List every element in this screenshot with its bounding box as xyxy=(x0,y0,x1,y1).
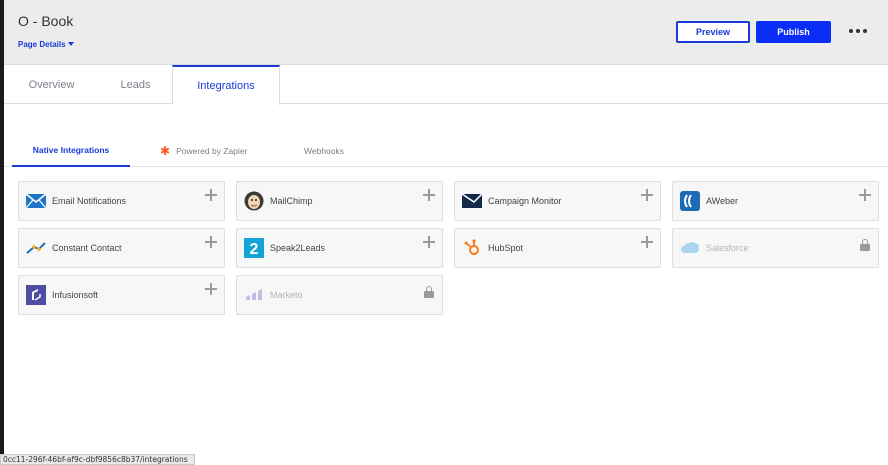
integration-card-campaign-monitor[interactable]: Campaign Monitor xyxy=(454,181,661,221)
add-icon[interactable] xyxy=(205,236,217,248)
integration-name: Infusionsoft xyxy=(52,290,99,300)
zapier-asterisk-icon: ✱ xyxy=(160,143,171,158)
add-icon[interactable] xyxy=(205,283,217,295)
caret-down-icon xyxy=(67,42,74,46)
publish-button[interactable]: Publish xyxy=(756,21,831,43)
integration-card-speak2leads[interactable]: 2 Speak2Leads xyxy=(236,228,443,268)
hubspot-icon xyxy=(462,238,482,258)
main-tabs: Overview Leads Integrations xyxy=(4,65,888,105)
integration-name: Campaign Monitor xyxy=(488,196,562,206)
integration-card-marketo: Marketo xyxy=(236,275,443,315)
page-details-label: Page Details xyxy=(18,40,66,49)
constant-contact-icon xyxy=(26,238,46,258)
add-icon[interactable] xyxy=(859,189,871,201)
tab-overview[interactable]: Overview xyxy=(4,65,99,104)
campaign-monitor-icon xyxy=(462,191,482,211)
integration-name: Email Notifications xyxy=(52,196,127,206)
salesforce-cloud-icon xyxy=(680,238,700,258)
integration-card-constant-contact[interactable]: Constant Contact xyxy=(18,228,225,268)
envelope-icon xyxy=(26,191,46,211)
integration-subtabs: Native Integrations ✱ Powered by Zapier … xyxy=(4,134,888,167)
infusionsoft-icon xyxy=(26,285,46,305)
integration-name: Speak2Leads xyxy=(270,243,326,253)
subtab-native-integrations[interactable]: Native Integrations xyxy=(12,134,130,167)
integration-name: Marketo xyxy=(270,290,303,300)
page-title: O - Book xyxy=(18,13,74,29)
page-details-dropdown[interactable]: Page Details xyxy=(18,40,74,49)
tab-leads[interactable]: Leads xyxy=(99,65,172,104)
add-icon[interactable] xyxy=(641,236,653,248)
add-icon[interactable] xyxy=(423,189,435,201)
add-icon[interactable] xyxy=(205,189,217,201)
speak2leads-icon: 2 xyxy=(244,238,264,258)
mailchimp-icon xyxy=(244,191,264,211)
page-header xyxy=(0,0,888,65)
marketo-icon xyxy=(244,285,264,305)
lock-icon xyxy=(424,286,434,298)
lock-icon xyxy=(860,239,870,251)
integration-name: Constant Contact xyxy=(52,243,122,253)
integration-card-mailchimp[interactable]: MailChimp xyxy=(236,181,443,221)
integration-name: Salesforce xyxy=(706,243,749,253)
subtab-powered-by-zapier[interactable]: ✱ Powered by Zapier xyxy=(160,134,270,167)
integration-card-aweber[interactable]: AWeber xyxy=(672,181,879,221)
status-bar-url: 0cc11-296f-46bf-af9c-dbf9856c8b37/integr… xyxy=(0,454,195,465)
subtab-zapier-label: Powered by Zapier xyxy=(176,145,248,156)
integration-card-salesforce: Salesforce xyxy=(672,228,879,268)
integration-card-infusionsoft[interactable]: Infusionsoft xyxy=(18,275,225,315)
integration-card-hubspot[interactable]: HubSpot xyxy=(454,228,661,268)
tab-integrations[interactable]: Integrations xyxy=(172,65,280,105)
more-options-icon[interactable] xyxy=(849,25,867,37)
integration-name: AWeber xyxy=(706,196,739,206)
subtab-webhooks[interactable]: Webhooks xyxy=(304,134,364,167)
integration-name: HubSpot xyxy=(488,243,524,253)
add-icon[interactable] xyxy=(641,189,653,201)
aweber-icon xyxy=(680,191,700,211)
preview-button[interactable]: Preview xyxy=(676,21,750,43)
integration-name: MailChimp xyxy=(270,196,313,206)
svg-text:2: 2 xyxy=(250,241,259,258)
add-icon[interactable] xyxy=(423,236,435,248)
integration-card-email-notifications[interactable]: Email Notifications xyxy=(18,181,225,221)
